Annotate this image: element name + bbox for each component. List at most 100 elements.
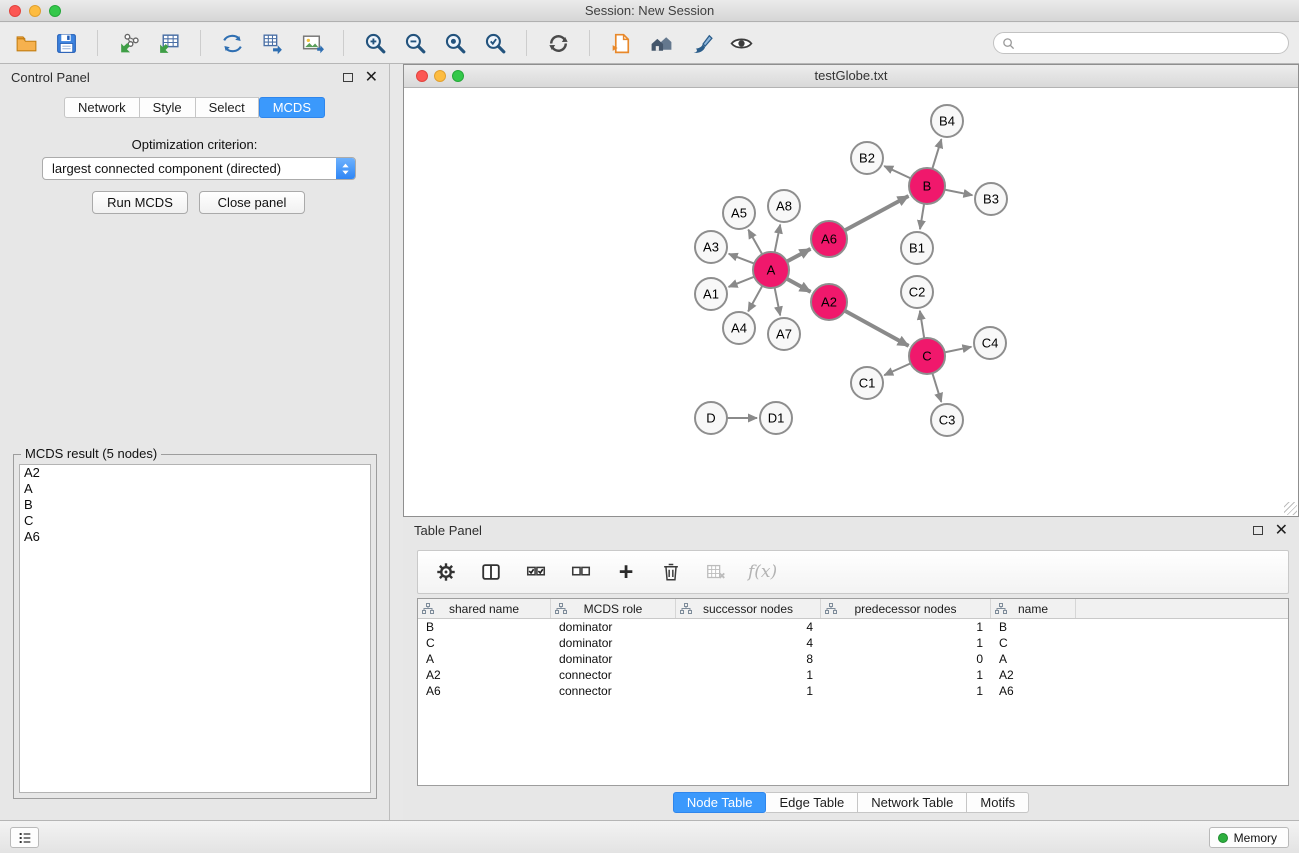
column-header-shared-name[interactable]: shared name <box>418 599 551 618</box>
memory-button[interactable]: Memory <box>1209 827 1289 848</box>
minimize-window-button[interactable] <box>29 5 41 17</box>
node-A5[interactable]: A5 <box>723 197 755 229</box>
clone-network-button[interactable] <box>256 27 288 59</box>
close-table-panel-button[interactable]: ✕ <box>1275 526 1288 536</box>
edge-B-B1[interactable] <box>920 204 924 229</box>
table-cell[interactable]: connector <box>551 684 676 698</box>
network-canvas[interactable]: AA1A2A3A4A5A6A7A8BB1B2B3B4CC1C2C3C4DD1 <box>404 89 1298 516</box>
node-C2[interactable]: C2 <box>901 276 933 308</box>
table-cell[interactable]: 0 <box>821 652 991 666</box>
table-cell[interactable]: 1 <box>821 668 991 682</box>
resize-grip[interactable] <box>1284 502 1297 515</box>
function-builder-button[interactable]: f(x) <box>748 559 777 585</box>
edge-A-A7[interactable] <box>775 288 781 316</box>
close-panel-button[interactable]: ✕ <box>365 73 378 83</box>
node-B3[interactable]: B3 <box>975 183 1007 215</box>
node-C3[interactable]: C3 <box>931 404 963 436</box>
mcds-result-item[interactable]: A6 <box>20 529 370 545</box>
tab-network-table[interactable]: Network Table <box>858 792 967 813</box>
edge-B-B3[interactable] <box>945 190 973 196</box>
edge-A-A5[interactable] <box>748 230 762 255</box>
edge-A-A4[interactable] <box>748 286 762 312</box>
node-A1[interactable]: A1 <box>695 278 727 310</box>
table-cell[interactable]: A2 <box>991 668 1076 682</box>
close-network-button[interactable] <box>416 70 428 82</box>
table-cell[interactable]: A <box>418 652 551 666</box>
table-row[interactable]: A2connector11A2 <box>418 667 1288 683</box>
table-row[interactable]: Adominator80A <box>418 651 1288 667</box>
table-cell[interactable]: A2 <box>418 668 551 682</box>
node-A3[interactable]: A3 <box>695 231 727 263</box>
table-cell[interactable]: C <box>418 636 551 650</box>
edge-A-A6[interactable] <box>787 249 811 262</box>
edge-C-C1[interactable] <box>884 363 910 375</box>
tab-edge-table[interactable]: Edge Table <box>766 792 858 813</box>
apply-style-button[interactable] <box>685 27 717 59</box>
node-B4[interactable]: B4 <box>931 105 963 137</box>
tab-style[interactable]: Style <box>140 97 196 118</box>
mcds-result-item[interactable]: A2 <box>20 465 370 481</box>
zoom-out-button[interactable] <box>399 27 431 59</box>
table-cell[interactable]: A6 <box>418 684 551 698</box>
edge-A2-C[interactable] <box>845 311 909 346</box>
float-panel-button[interactable] <box>343 73 353 82</box>
table-cell[interactable]: 1 <box>676 684 821 698</box>
table-cell[interactable]: B <box>418 620 551 634</box>
table-cell[interactable]: 8 <box>676 652 821 666</box>
table-cell[interactable]: dominator <box>551 636 676 650</box>
edge-C-C3[interactable] <box>932 373 941 402</box>
table-row[interactable]: A6connector11A6 <box>418 683 1288 699</box>
column-header-mcds-role[interactable]: MCDS role <box>551 599 676 618</box>
edge-B-B2[interactable] <box>884 166 911 178</box>
node-B[interactable]: B <box>909 168 945 204</box>
edge-C-C4[interactable] <box>945 347 972 353</box>
node-A2[interactable]: A2 <box>811 284 847 320</box>
node-A7[interactable]: A7 <box>768 318 800 350</box>
task-history-button[interactable] <box>10 827 39 848</box>
edge-A-A1[interactable] <box>729 277 755 287</box>
edge-A-A3[interactable] <box>729 254 755 264</box>
float-table-panel-button[interactable] <box>1253 526 1263 535</box>
zoom-selected-button[interactable] <box>479 27 511 59</box>
home-view-button[interactable] <box>645 27 677 59</box>
node-A8[interactable]: A8 <box>768 190 800 222</box>
edge-A6-B[interactable] <box>845 196 909 230</box>
table-cell[interactable]: connector <box>551 668 676 682</box>
search-box[interactable] <box>993 32 1289 54</box>
add-column-button[interactable]: + <box>613 559 639 585</box>
table-cell[interactable]: dominator <box>551 652 676 666</box>
table-row[interactable]: Cdominator41C <box>418 635 1288 651</box>
edge-B-B4[interactable] <box>932 139 941 169</box>
tab-node-table[interactable]: Node Table <box>673 792 767 813</box>
node-B1[interactable]: B1 <box>901 232 933 264</box>
zoom-fit-button[interactable] <box>439 27 471 59</box>
table-cell[interactable]: 1 <box>821 620 991 634</box>
table-cell[interactable]: dominator <box>551 620 676 634</box>
column-header-name[interactable]: name <box>991 599 1076 618</box>
tab-mcds[interactable]: MCDS <box>259 97 325 118</box>
edge-C-C2[interactable] <box>920 311 924 338</box>
node-C1[interactable]: C1 <box>851 367 883 399</box>
node-C[interactable]: C <box>909 338 945 374</box>
column-header-successor-nodes[interactable]: successor nodes <box>676 599 821 618</box>
node-A6[interactable]: A6 <box>811 221 847 257</box>
column-header-predecessor-nodes[interactable]: predecessor nodes <box>821 599 991 618</box>
optimization-criterion-select[interactable]: largest connected component (directed) <box>42 157 356 180</box>
edge-A-A2[interactable] <box>787 279 811 292</box>
table-cell[interactable]: 1 <box>676 668 821 682</box>
table-settings-button[interactable] <box>433 559 459 585</box>
node-D[interactable]: D <box>695 402 727 434</box>
node-D1[interactable]: D1 <box>760 402 792 434</box>
table-cell[interactable]: C <box>991 636 1076 650</box>
minimize-network-button[interactable] <box>434 70 446 82</box>
mcds-result-item[interactable]: A <box>20 481 370 497</box>
node-B2[interactable]: B2 <box>851 142 883 174</box>
zoom-network-button[interactable] <box>452 70 464 82</box>
mcds-result-item[interactable]: B <box>20 497 370 513</box>
save-session-button[interactable] <box>50 27 82 59</box>
import-network-button[interactable] <box>113 27 145 59</box>
import-table-button[interactable] <box>153 27 185 59</box>
table-cell[interactable]: A <box>991 652 1076 666</box>
export-image-button[interactable] <box>296 27 328 59</box>
deselect-all-button[interactable] <box>568 559 594 585</box>
